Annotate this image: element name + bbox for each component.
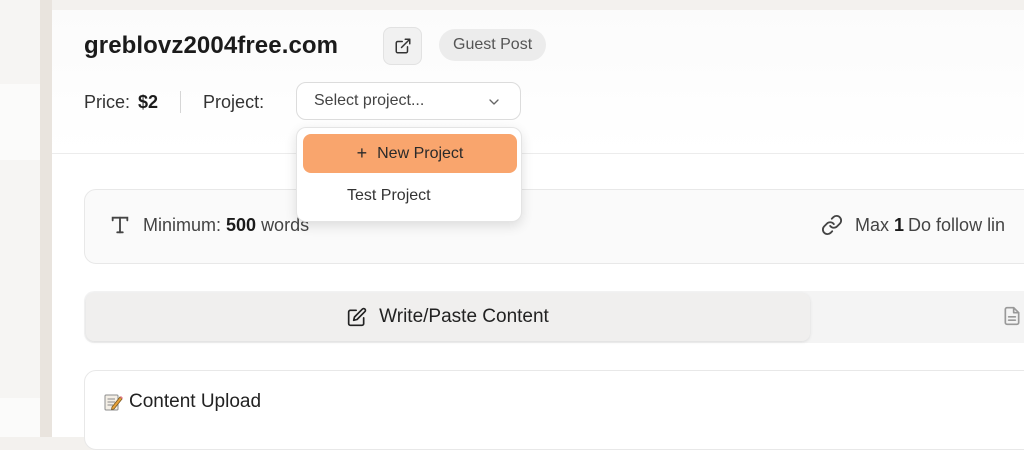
open-external-button[interactable] [383, 27, 422, 65]
max-links-requirement: Max 1 Do follow lin [821, 214, 1005, 236]
left-panel-row [0, 84, 40, 160]
min-label: Minimum: [143, 214, 222, 235]
file-text-icon [1004, 306, 1020, 326]
header: greblovz2004free.com Guest Post Price: $… [52, 10, 1024, 154]
new-project-label: New Project [377, 144, 464, 162]
content-upload-title: Content Upload [129, 391, 262, 412]
price-label: Price: [84, 91, 131, 112]
plus-icon: + [356, 143, 368, 163]
min-value: 500 [226, 214, 257, 235]
content-upload-heading: Content Upload [103, 391, 261, 413]
divider [180, 91, 182, 113]
text-type-icon [111, 216, 129, 234]
project-option-label: Test Project [347, 187, 431, 204]
project-select[interactable]: Select project... [296, 82, 521, 120]
panel-divider[interactable] [40, 0, 52, 437]
post-type-badge: Guest Post [439, 29, 547, 61]
main-panel: greblovz2004free.com Guest Post Price: $… [52, 10, 1024, 450]
max-unit: Do follow lin [908, 214, 1006, 235]
max-label: Max [855, 214, 890, 235]
memo-icon [104, 394, 123, 411]
project-select-placeholder: Select project... [314, 92, 425, 109]
project-label: Project: [203, 91, 265, 112]
tab-upload-file[interactable] [1002, 305, 1022, 332]
requirements-card: Minimum: 500 words Max 1 Do follow lin [84, 189, 1024, 264]
chevron-down-icon [489, 99, 499, 105]
external-link-icon [395, 38, 410, 54]
edit-icon [347, 307, 367, 327]
price-row: Price: $2 Project: [84, 82, 264, 122]
project-dropdown: + New Project Test Project [296, 127, 522, 222]
max-value: 1 [894, 214, 905, 235]
new-project-option[interactable]: + New Project [303, 134, 517, 173]
tab-write-paste[interactable]: Write/Paste Content [86, 293, 810, 341]
left-panel-row [0, 398, 40, 437]
site-title: greblovz2004free.com [84, 32, 339, 59]
content-mode-tabs: Write/Paste Content [84, 291, 1024, 343]
project-option-test[interactable]: Test Project [303, 178, 517, 214]
link-icon [821, 214, 843, 236]
tab-write-paste-label: Write/Paste Content [379, 306, 549, 327]
content-upload-card: Content Upload [84, 370, 1024, 450]
left-panel [0, 0, 40, 437]
price-value: $2 [138, 91, 159, 112]
min-words-requirement: Minimum: 500 words [109, 214, 309, 236]
